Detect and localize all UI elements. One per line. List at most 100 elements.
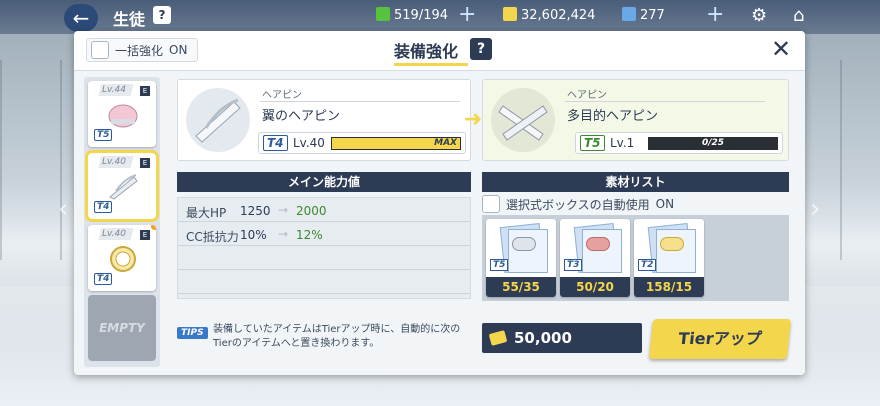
- stat-new-value: 2000: [296, 204, 327, 218]
- material-count: 158/15: [634, 277, 704, 297]
- arrow-icon: →: [278, 203, 289, 217]
- watch-icon: [110, 246, 136, 272]
- divider: [260, 101, 460, 102]
- current-tier: T4: [263, 135, 288, 151]
- tips-box: TIPS 装備していたアイテムはTierアップ時に、自動的に次のTierのアイテ…: [177, 323, 471, 353]
- arrow-icon: →: [278, 227, 289, 241]
- helmet-icon: [108, 104, 138, 128]
- page-title: 生徒: [113, 10, 146, 29]
- bulk-upgrade-label: 一括強化: [115, 43, 164, 58]
- dialog-title: 装備強化: [394, 42, 459, 61]
- blueprint-sheet: [508, 229, 548, 273]
- next-name: 多目的ヘアピン: [567, 109, 659, 124]
- hairpin-icon: [512, 237, 536, 251]
- materials-list: T5 55/35 T3 50/20 T2 158/15: [482, 215, 789, 301]
- stat-label: CC抵抗力: [186, 230, 239, 244]
- current-name: 翼のヘアピン: [262, 109, 341, 124]
- current-exp-label: MAX: [434, 138, 457, 148]
- dialog-help-icon[interactable]: ?: [470, 38, 492, 60]
- equipment-level: Lv.44: [102, 85, 126, 95]
- hairpin-icon: [660, 237, 684, 251]
- dialog-header: 一括強化 ON 装備強化 ? ✕: [74, 31, 805, 71]
- current-category: ヘアピン: [262, 90, 302, 101]
- ap-counter: 519/194: [376, 7, 448, 23]
- material-count: 50/20: [560, 277, 630, 297]
- equipment-level: Lv.40: [102, 229, 126, 239]
- auto-use-checkbox[interactable]: [482, 195, 500, 213]
- gem-value: 277: [640, 8, 665, 23]
- multipurpose-hairpin-icon: [498, 105, 548, 141]
- stat-row-empty: [178, 248, 470, 270]
- tier-up-button[interactable]: Tierアップ: [648, 319, 792, 359]
- bulk-upgrade-toggle[interactable]: 一括強化 ON: [86, 38, 199, 62]
- ap-value: 519/194: [394, 8, 449, 23]
- current-item-image: [186, 88, 250, 152]
- auto-use-toggle[interactable]: 選択式ボックスの自動使用 ON: [482, 193, 789, 215]
- equipment-list: Lv.44 E T5 Lv.40 E T4 Lv.40 E T4 EMPTY: [84, 77, 160, 367]
- add-gem-button[interactable]: +: [706, 4, 724, 26]
- next-exp-label: 0/25: [701, 138, 725, 148]
- help-icon[interactable]: ?: [153, 6, 171, 24]
- main-stats-header: メイン能力値: [177, 172, 471, 192]
- gear-icon[interactable]: ⚙: [751, 5, 767, 26]
- empty-slot: EMPTY: [88, 295, 156, 361]
- equipped-badge: E: [140, 230, 150, 240]
- back-button[interactable]: ←: [64, 4, 98, 32]
- equipment-card-helmet[interactable]: Lv.44 E T5: [88, 81, 156, 147]
- current-level-box: T4 Lv.40 MAX: [258, 132, 466, 154]
- equipment-card-hairpin[interactable]: Lv.40 E T4: [85, 150, 159, 222]
- equipment-tier: T4: [94, 201, 113, 213]
- wing-hairpin-icon: [109, 174, 138, 200]
- title-underline: [394, 63, 468, 66]
- material-tier: T3: [564, 259, 583, 271]
- material-tier: T5: [490, 259, 509, 271]
- next-level: Lv.1: [610, 136, 635, 150]
- equipment-level: Lv.40: [102, 157, 126, 167]
- material-count: 55/35: [486, 277, 556, 297]
- next-equipment-panel: ヘアピン 多目的ヘアピン T5 Lv.1 0/25: [482, 79, 789, 161]
- material-item[interactable]: T2 158/15: [634, 219, 704, 297]
- next-exp-bar: 0/25: [648, 137, 778, 150]
- equipped-badge: E: [140, 86, 150, 96]
- auto-use-state: ON: [655, 197, 675, 211]
- add-ap-button[interactable]: +: [458, 4, 476, 26]
- stat-old-value: 1250: [240, 204, 271, 218]
- next-item-image: [491, 88, 555, 152]
- credit-icon: [488, 330, 508, 346]
- materials-header: 素材リスト: [482, 172, 789, 192]
- equipped-badge: E: [140, 158, 150, 168]
- next-tier: T5: [580, 135, 605, 151]
- divider: [565, 101, 765, 102]
- bulk-upgrade-checkbox[interactable]: [91, 41, 109, 59]
- tips-text: 装備していたアイテムはTierアップ時に、自動的に次のTierのアイテムへと置き…: [213, 324, 461, 349]
- hairpin-icon: [586, 237, 610, 251]
- close-button[interactable]: ✕: [769, 35, 793, 63]
- top-bar: ← 生徒 ? 519/194 + 32,602,424 277 + ⚙ ⌂: [0, 0, 880, 34]
- current-exp-bar: MAX: [331, 137, 461, 150]
- stat-row: 最大HP 1250 → 2000: [178, 200, 470, 222]
- notification-dot: [151, 225, 156, 230]
- material-item[interactable]: T5 55/35: [486, 219, 556, 297]
- upgrade-cost: 50,000: [482, 323, 642, 353]
- current-equipment-panel: ヘアピン 翼のヘアピン T4 Lv.40 MAX: [177, 79, 471, 161]
- equipment-card-watch[interactable]: Lv.40 E T4: [88, 225, 156, 291]
- credit-value: 32,602,424: [521, 8, 596, 23]
- gem-counter: 277: [622, 7, 665, 23]
- current-level: Lv.40: [293, 136, 325, 150]
- next-arrow-icon[interactable]: ›: [810, 195, 826, 223]
- prev-arrow-icon[interactable]: ‹: [58, 195, 74, 223]
- lightning-icon: [376, 7, 390, 21]
- auto-use-label: 選択式ボックスの自動使用: [506, 197, 650, 212]
- stat-new-value: 12%: [296, 228, 323, 242]
- gem-icon: [622, 7, 636, 21]
- equipment-upgrade-dialog: 一括強化 ON 装備強化 ? ✕ Lv.44 E T5 Lv.40 E T4 L…: [74, 31, 805, 375]
- home-icon[interactable]: ⌂: [793, 5, 804, 26]
- credit-counter: 32,602,424: [503, 7, 595, 23]
- bulk-upgrade-state: ON: [169, 43, 188, 57]
- material-item[interactable]: T3 50/20: [560, 219, 630, 297]
- stats-table: 最大HP 1250 → 2000 CC抵抗力 10% → 12%: [177, 197, 471, 299]
- next-level-box: T5 Lv.1 0/25: [575, 132, 783, 154]
- blueprint-sheet: [582, 229, 622, 273]
- equipment-tier: T4: [94, 273, 113, 285]
- equipment-tier: T5: [94, 129, 113, 141]
